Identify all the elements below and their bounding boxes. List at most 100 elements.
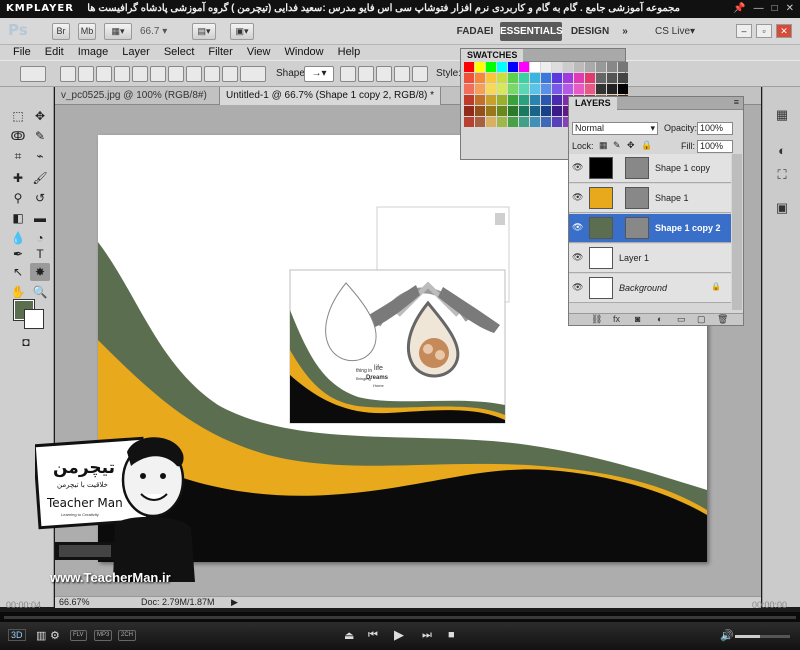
rectangle-shape-icon[interactable]	[150, 66, 166, 82]
next-button[interactable]: ⏭	[422, 629, 432, 642]
visibility-eye-icon[interactable]: 👁	[572, 162, 583, 173]
swatch-cell[interactable]	[497, 117, 507, 127]
swatch-cell[interactable]	[475, 117, 485, 127]
swatch-cell[interactable]	[464, 73, 474, 83]
arrange-documents-button[interactable]: ▤▾	[192, 23, 216, 40]
marquee-tool-icon[interactable]: ⬚	[8, 107, 28, 125]
workspace-essentials[interactable]: ESSENTIALS	[500, 22, 563, 41]
menu-select[interactable]: Select	[157, 45, 202, 60]
swatch-cell[interactable]	[618, 62, 628, 72]
swatch-cell[interactable]	[519, 106, 529, 116]
swatch-cell[interactable]	[486, 84, 496, 94]
intersect-shape-areas-icon[interactable]	[394, 66, 410, 82]
swatch-cell[interactable]	[486, 106, 496, 116]
swatch-cell[interactable]	[486, 62, 496, 72]
delete-layer-icon[interactable]: 🗑	[717, 314, 728, 325]
type-tool-icon[interactable]: T	[30, 245, 50, 263]
swatch-cell[interactable]	[552, 95, 562, 105]
swatch-cell[interactable]	[464, 84, 474, 94]
swatch-cell[interactable]	[508, 106, 518, 116]
lasso-tool-icon[interactable]: ↂ	[8, 127, 28, 145]
healing-brush-icon[interactable]: ✚	[8, 169, 28, 187]
screen-mode-button[interactable]: ▣▾	[230, 23, 254, 40]
swatch-cell[interactable]	[563, 73, 573, 83]
crop-tool-icon[interactable]: ⌗	[8, 147, 28, 165]
zoom-tool-icon[interactable]: 🔍	[30, 283, 50, 301]
menu-image[interactable]: Image	[71, 45, 116, 60]
eject-button[interactable]: ⏏	[344, 629, 354, 642]
menu-help[interactable]: Help	[331, 45, 368, 60]
swatch-cell[interactable]	[464, 117, 474, 127]
add-to-shape-area-icon[interactable]	[358, 66, 374, 82]
swatch-cell[interactable]	[552, 117, 562, 127]
swatch-cell[interactable]	[530, 117, 540, 127]
custom-shape-icon[interactable]	[240, 66, 266, 82]
adjustments-panel-icon[interactable]: ◐	[772, 143, 792, 161]
swatch-cell[interactable]	[541, 62, 551, 72]
bridge-button[interactable]: Br	[52, 23, 70, 40]
opacity-field[interactable]: 100%	[697, 122, 733, 135]
swatch-cell[interactable]	[508, 117, 518, 127]
history-brush-icon[interactable]: ↺	[30, 189, 50, 207]
swatch-cell[interactable]	[530, 84, 540, 94]
visibility-eye-icon[interactable]: 👁	[572, 282, 583, 293]
swatch-cell[interactable]	[541, 84, 551, 94]
swatches-tab[interactable]: SWATCHES	[461, 49, 524, 62]
swatch-cell[interactable]	[541, 73, 551, 83]
swatch-cell[interactable]	[519, 95, 529, 105]
swatch-cell[interactable]	[497, 106, 507, 116]
swatch-cell[interactable]	[475, 106, 485, 116]
swatch-cell[interactable]	[475, 73, 485, 83]
new-group-icon[interactable]: ▭	[677, 314, 686, 325]
minibridge-button[interactable]: Mb	[78, 23, 96, 40]
add-layer-style-icon[interactable]: fx	[613, 314, 620, 324]
swatch-cell[interactable]	[618, 84, 628, 94]
blend-mode-select[interactable]: Normal ▾	[572, 122, 658, 135]
quick-mask-icon[interactable]: ◘	[16, 333, 36, 351]
menu-file[interactable]: File	[6, 45, 38, 60]
swatch-cell[interactable]	[519, 84, 529, 94]
tab-v-pc0525[interactable]: v_pc0525.jpg @ 100% (RGB/8#)	[55, 87, 213, 105]
layer-row[interactable]: 👁 Background 🔒	[569, 274, 731, 303]
shape-picker-icon[interactable]: →▾	[304, 66, 334, 82]
subtract-shape-area-icon[interactable]	[376, 66, 392, 82]
ps-minimize-icon[interactable]: –	[736, 24, 752, 38]
volume-slider[interactable]	[735, 635, 790, 638]
zoom-level-field[interactable]: 66.7 ▾	[140, 23, 182, 40]
ps-close-icon[interactable]: ✕	[776, 24, 792, 38]
cs-live-button[interactable]: CS Live▾	[655, 23, 695, 40]
swatch-cell[interactable]	[519, 73, 529, 83]
workspace-design[interactable]: DESIGN	[568, 22, 612, 41]
swatch-cell[interactable]	[607, 73, 617, 83]
new-layer-icon[interactable]: ▢	[697, 314, 706, 325]
swatch-cell[interactable]	[497, 73, 507, 83]
swatch-cell[interactable]	[530, 106, 540, 116]
clone-stamp-icon[interactable]: ⚲	[8, 189, 28, 207]
ps-restore-icon[interactable]: ▫	[756, 24, 772, 38]
swatch-cell[interactable]	[475, 62, 485, 72]
play-button[interactable]: ▶	[394, 627, 404, 643]
playlist-icon[interactable]: ▥	[36, 629, 46, 642]
volume-speaker-icon[interactable]: 🔊	[720, 629, 734, 642]
swatch-cell[interactable]	[574, 84, 584, 94]
exclude-overlap-icon[interactable]	[412, 66, 428, 82]
swatch-cell[interactable]	[552, 62, 562, 72]
view-extras-button[interactable]: ▦▾	[104, 23, 132, 40]
previous-button[interactable]: ⏮	[368, 629, 378, 642]
swatch-cell[interactable]	[596, 73, 606, 83]
pen-tool-icon[interactable]	[114, 66, 130, 82]
eyedropper-icon[interactable]: ⌁	[30, 147, 50, 165]
brush-tool-icon[interactable]: 🖌	[30, 169, 50, 187]
fill-field[interactable]: 100%	[697, 140, 733, 153]
swatch-cell[interactable]	[552, 84, 562, 94]
swatch-cell[interactable]	[486, 117, 496, 127]
swatch-cell[interactable]	[607, 84, 617, 94]
visibility-eye-icon[interactable]: 👁	[572, 252, 583, 263]
status-zoom[interactable]: 66.67%	[59, 597, 90, 608]
menu-filter[interactable]: Filter	[201, 45, 239, 60]
swatch-cell[interactable]	[530, 62, 540, 72]
swatch-cell[interactable]	[574, 62, 584, 72]
custom-shape-tool-icon[interactable]: ✸	[30, 263, 50, 281]
minimize-icon[interactable]: —	[754, 3, 764, 14]
minibridge-panel-icon[interactable]: ▣	[772, 200, 792, 218]
